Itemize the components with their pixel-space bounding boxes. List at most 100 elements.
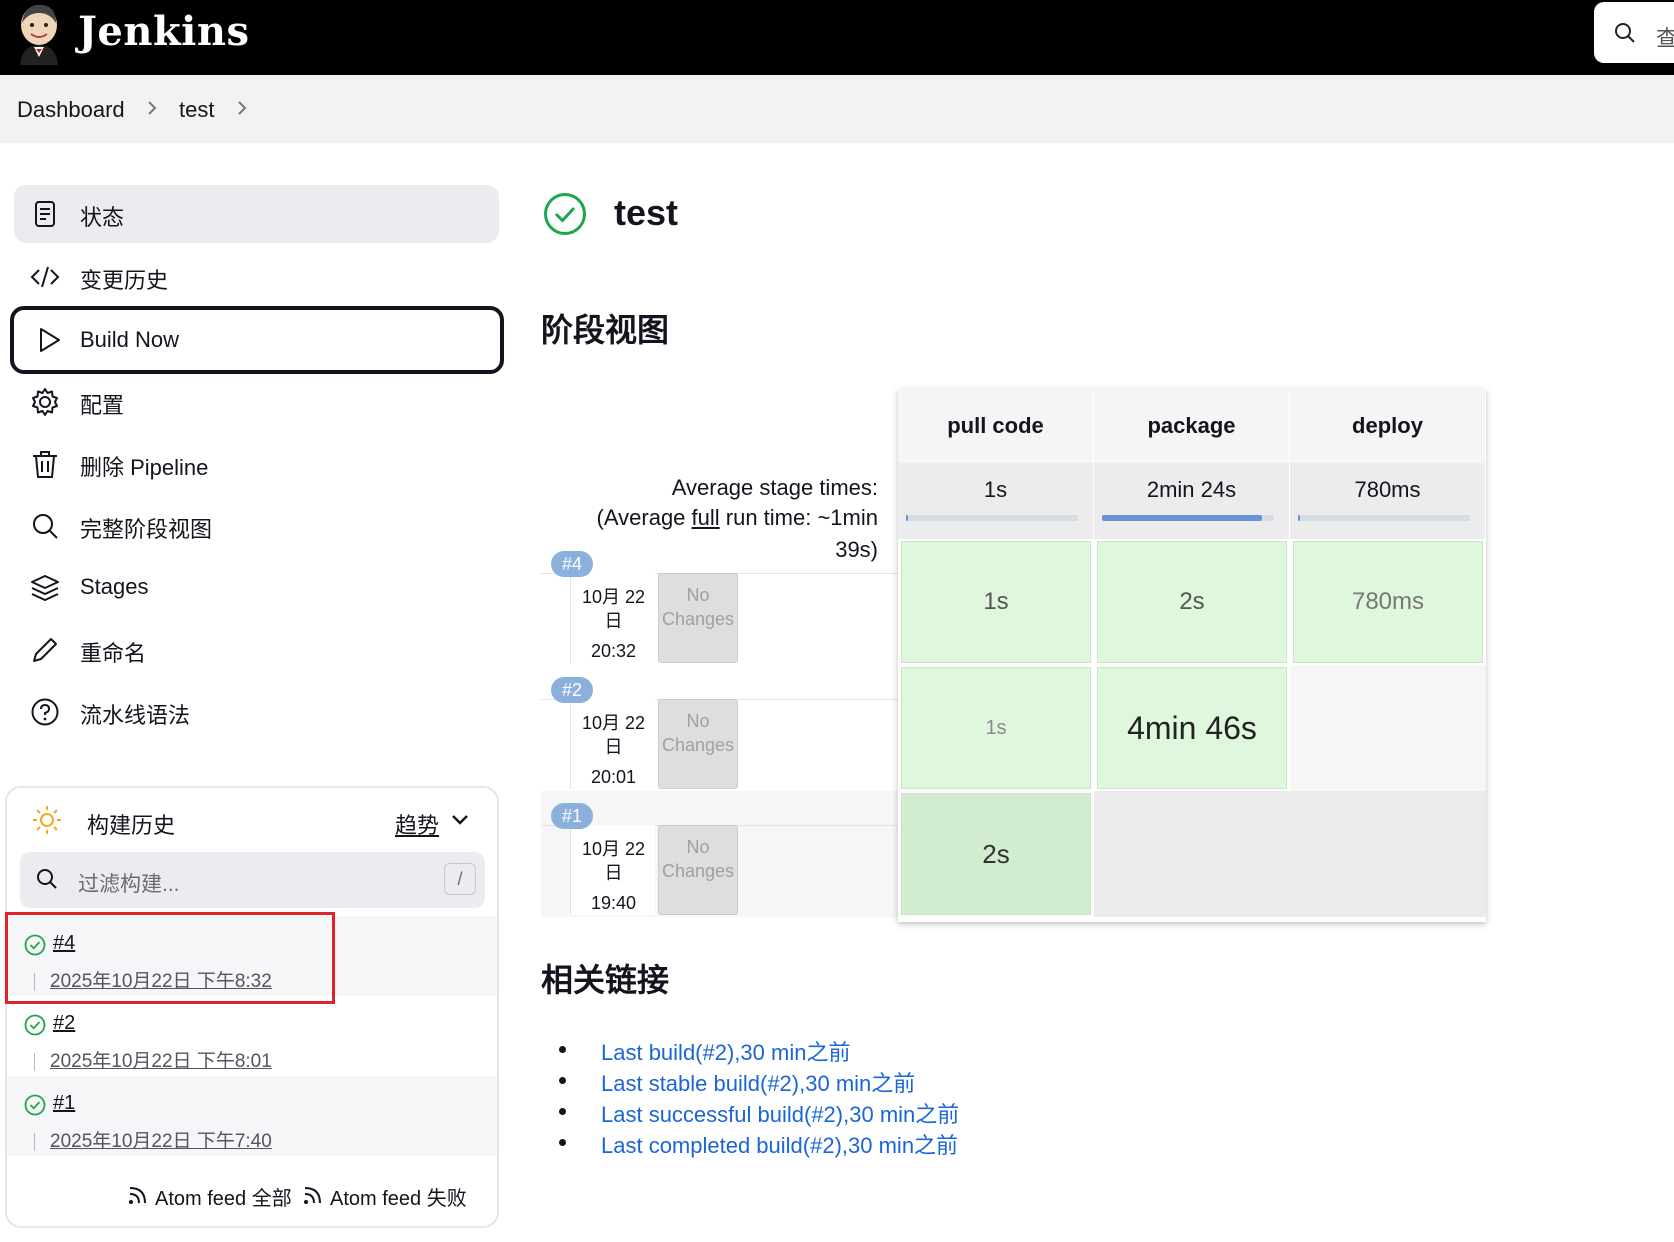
keyboard-shortcut-badge: / bbox=[444, 863, 476, 895]
bullet bbox=[559, 1077, 566, 1084]
stage-average-value: 780ms bbox=[1354, 477, 1421, 502]
stage-cell[interactable]: 2s bbox=[901, 793, 1091, 915]
link-text[interactable]: Last completed build(#2),30 min之前 bbox=[601, 1128, 958, 1160]
chevron-right-icon[interactable] bbox=[146, 97, 158, 119]
build-number-link[interactable]: #1 bbox=[53, 1092, 75, 1115]
stage-view-title: 阶段视图 bbox=[541, 312, 670, 348]
run-badge[interactable]: #2 bbox=[551, 677, 593, 703]
run-date: 10月 22 bbox=[581, 713, 646, 733]
stage-cell[interactable]: 1s bbox=[901, 541, 1091, 663]
top-header: Jenkins 查 bbox=[0, 0, 1674, 75]
sidebar-item-label: Stages bbox=[80, 574, 149, 599]
run-date-card: 10月 22 日 20:01 bbox=[570, 699, 655, 789]
run-date-card: 10月 22 日 20:32 bbox=[570, 573, 655, 663]
link-text[interactable]: Last build(#2),30 min之前 bbox=[601, 1035, 850, 1067]
rss-icon bbox=[129, 1187, 146, 1204]
run-time: 20:01 bbox=[590, 767, 637, 787]
breadcrumb-test[interactable]: test bbox=[179, 97, 214, 123]
sidebar-item-label: Build Now bbox=[80, 327, 180, 352]
atom-feed-failed-label: Atom feed 失败 bbox=[330, 1188, 467, 1210]
run-date-day: 日 bbox=[604, 863, 623, 883]
sidebar-item-label: 重命名 bbox=[80, 641, 147, 666]
sidebar-item-label: 变更历史 bbox=[80, 268, 169, 293]
stage-cell[interactable]: 1s bbox=[901, 667, 1091, 789]
stage-average-bar bbox=[1298, 515, 1470, 521]
build-filter-input[interactable]: 过滤构建... / bbox=[20, 852, 485, 908]
breadcrumb-dashboard[interactable]: Dashboard bbox=[17, 97, 125, 123]
pencil-icon bbox=[33, 638, 57, 662]
link-text[interactable]: Last successful build(#2),30 min之前 bbox=[601, 1097, 959, 1129]
sidebar-item-configure[interactable]: 配置 bbox=[14, 373, 499, 431]
sidebar-item-delete-pipeline[interactable]: 删除 Pipeline bbox=[14, 435, 499, 493]
sidebar-item-pipeline-syntax[interactable]: 流水线语法 bbox=[14, 683, 499, 741]
play-icon bbox=[40, 328, 60, 352]
search-icon bbox=[1615, 23, 1635, 43]
run-badge[interactable]: #4 bbox=[551, 551, 593, 577]
stage-cell[interactable]: 4min 46s bbox=[1097, 667, 1287, 789]
sidebar-item-stages[interactable]: Stages bbox=[14, 559, 499, 617]
build-number-link[interactable]: #2 bbox=[53, 1012, 75, 1035]
success-check-icon bbox=[544, 193, 586, 235]
no-changes-box[interactable]: No Changes bbox=[658, 573, 738, 663]
trash-icon bbox=[33, 451, 57, 478]
highlight-annotation-box bbox=[5, 912, 335, 1004]
build-history-title: 构建历史 bbox=[87, 813, 176, 838]
stage-average-bar-fill bbox=[1298, 515, 1300, 521]
help-icon bbox=[31, 698, 59, 726]
build-row[interactable]: #2 2025年10月22日 下午8:01 bbox=[7, 996, 497, 1076]
run-badge[interactable]: #1 bbox=[551, 803, 593, 829]
trend-link[interactable]: 趋势 bbox=[395, 808, 439, 840]
run-date: 10月 22 bbox=[581, 587, 646, 607]
sidebar-item-status[interactable]: 状态 bbox=[14, 185, 499, 243]
sidebar-item-label: 流水线语法 bbox=[80, 703, 191, 728]
link-text[interactable]: Last stable build(#2),30 min之前 bbox=[601, 1066, 915, 1098]
divider bbox=[34, 1133, 35, 1151]
run-date-day: 日 bbox=[604, 611, 623, 631]
bullet bbox=[559, 1108, 566, 1115]
chevron-down-icon[interactable] bbox=[451, 813, 469, 827]
breadcrumb: Dashboard test bbox=[0, 75, 1674, 143]
search-icon bbox=[37, 869, 57, 889]
avg-full-link[interactable]: full bbox=[692, 505, 720, 530]
stage-run-row: 10月 22 日 20:01 No Changes #2 bbox=[541, 665, 898, 791]
jenkins-logo-icon[interactable] bbox=[16, 3, 62, 65]
atom-feed-all-label: Atom feed 全部 bbox=[155, 1188, 292, 1210]
sidebar-item-changes[interactable]: 变更历史 bbox=[14, 248, 499, 306]
sidebar-item-full-stage-view[interactable]: 完整阶段视图 bbox=[14, 497, 499, 555]
sidebar-item-build-now[interactable]: Build Now bbox=[10, 306, 504, 374]
sidebar-item-rename[interactable]: 重命名 bbox=[14, 621, 499, 679]
average-stage-times-label: Average stage times: bbox=[671, 475, 878, 500]
stage-cell[interactable]: 780ms bbox=[1293, 541, 1483, 663]
stage-header-pull-code: pull code bbox=[898, 389, 1094, 463]
success-check-icon bbox=[24, 1094, 46, 1116]
build-date-link[interactable]: 2025年10月22日 下午7:40 bbox=[50, 1126, 272, 1153]
stage-cell[interactable]: 2s bbox=[1097, 541, 1287, 663]
no-changes-box[interactable]: No Changes bbox=[658, 825, 738, 915]
sun-icon bbox=[33, 806, 61, 834]
stage-average-bar-fill bbox=[906, 515, 908, 521]
sidebar-item-label: 完整阶段视图 bbox=[80, 517, 213, 542]
sidebar-item-label: 删除 Pipeline bbox=[80, 455, 209, 480]
brand-title[interactable]: Jenkins bbox=[78, 8, 249, 55]
chevron-right-icon[interactable] bbox=[236, 97, 248, 119]
stage-average-value: 2min 24s bbox=[1146, 477, 1237, 502]
page-title: test bbox=[614, 192, 679, 233]
bullet bbox=[559, 1139, 566, 1146]
no-changes-box[interactable]: No Changes bbox=[658, 699, 738, 789]
stage-average-bar-fill bbox=[1102, 515, 1262, 521]
global-search-box[interactable]: 查 bbox=[1594, 2, 1674, 63]
stage-view: Average stage times: (Average full run t… bbox=[541, 389, 1486, 922]
stage-cell-empty bbox=[1094, 791, 1486, 917]
gear-icon bbox=[32, 388, 58, 416]
stage-average-value: 1s bbox=[983, 477, 1008, 502]
build-row[interactable]: #1 2025年10月22日 下午7:40 bbox=[7, 1076, 497, 1156]
stage-grid: pull code package deploy 1s 2min 24s 780… bbox=[898, 389, 1486, 922]
run-date: 10月 22 bbox=[581, 839, 646, 859]
build-date-link[interactable]: 2025年10月22日 下午8:01 bbox=[50, 1046, 272, 1073]
stage-run-row: 10月 22 日 20:32 No Changes #4 bbox=[541, 539, 898, 665]
run-date-day: 日 bbox=[604, 737, 623, 757]
avg-full-prefix: (Average bbox=[596, 505, 692, 530]
code-icon bbox=[30, 266, 60, 288]
stage-cell-empty bbox=[1290, 665, 1486, 791]
layers-icon bbox=[31, 575, 59, 602]
